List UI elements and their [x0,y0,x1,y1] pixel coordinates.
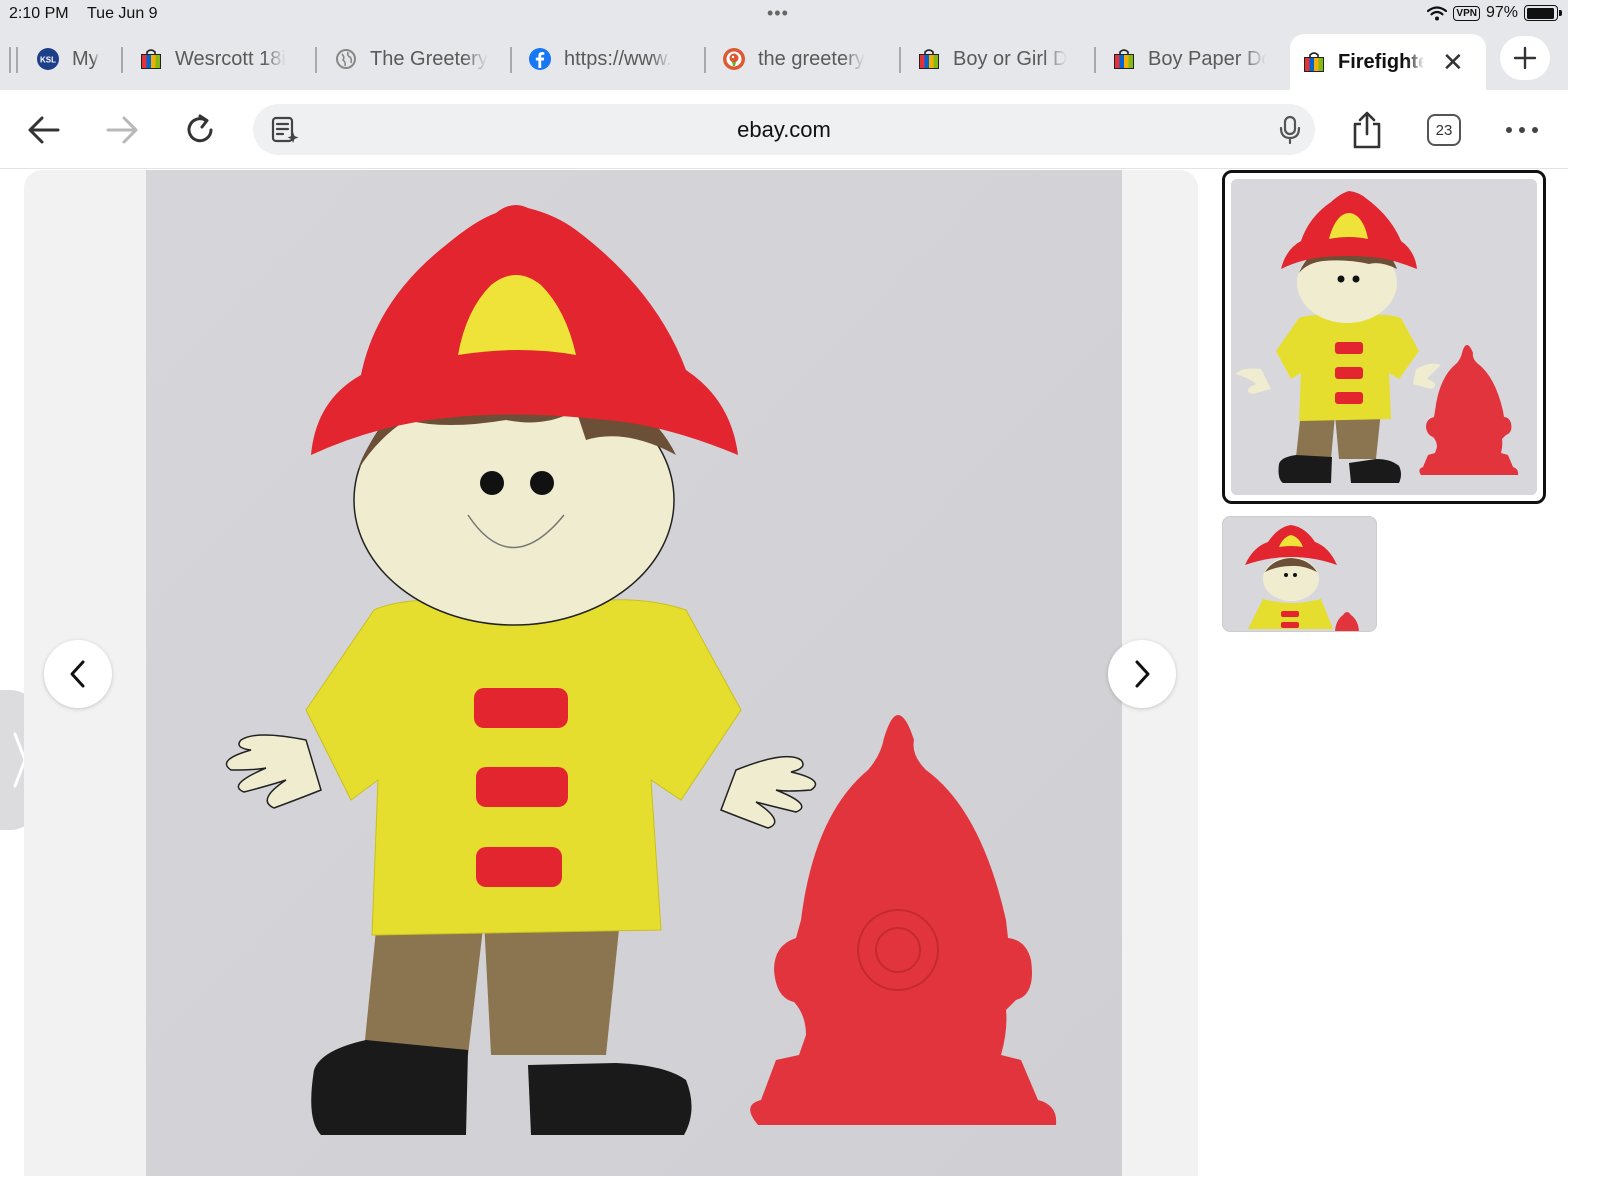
tab-label: https://www. [564,47,672,70]
status-bar: 2:10 PM Tue Jun 9 ••• VPN 97% [0,0,1568,28]
tab-firefighter-active[interactable]: Firefighte ✕ [1290,34,1486,90]
tab-separator [899,47,901,73]
firefighter-thumbnail-image [1231,179,1537,495]
facebook-icon [528,47,552,71]
battery-icon [1524,5,1562,21]
status-indicators: VPN 97% [1427,4,1562,22]
wifi-icon [1427,5,1448,20]
tab-duckduckgo[interactable]: the greetery [714,36,894,82]
tab-boy-paper[interactable]: Boy Paper Do [1104,36,1284,82]
forward-arrow-icon [106,116,138,144]
plus-icon [1513,46,1537,70]
tab-separator [1094,47,1096,73]
tab-facebook[interactable]: https://www. [520,36,700,82]
firefighter-paper-doll-image [146,170,1122,1176]
close-tab-icon[interactable]: ✕ [1442,47,1464,78]
ebay-bag-icon [1112,47,1136,71]
tab-strip: KSL My Wesrcott 18i The Greetery https:/… [0,28,1568,90]
status-date: Tue Jun 9 [87,5,158,22]
tab-separator [16,47,18,73]
microphone-icon[interactable] [1279,115,1301,145]
share-icon [1353,111,1381,149]
ksl-icon: KSL [36,47,60,71]
svg-text:KSL: KSL [40,56,56,65]
tab-label: Wesrcott 18i [175,47,286,70]
chevron-left-icon [70,660,85,688]
browser-toolbar: ebay.com 23 [0,90,1568,169]
globe-icon [334,47,358,71]
tab-separator [510,47,512,73]
ebay-bag-icon [139,47,163,71]
product-image-main[interactable] [146,170,1122,1176]
battery-percent: 97% [1485,4,1518,21]
tab-label: The Greetery [370,47,488,70]
vpn-badge: VPN [1453,5,1480,21]
next-image-button[interactable] [1108,640,1176,708]
url-text: ebay.com [737,117,831,142]
ebay-bag-icon [1302,50,1326,74]
duckduckgo-icon [722,47,746,71]
tab-overview-button[interactable]: 23 [1422,108,1466,152]
back-button[interactable] [22,108,66,152]
tab-greetery[interactable]: The Greetery [326,36,506,82]
tab-label: My [72,47,99,70]
firefighter-closeup-thumbnail-image [1223,517,1376,631]
tab-label: Boy or Girl D [953,47,1068,70]
tab-separator [121,47,123,73]
tab-separator [9,47,11,73]
reload-button[interactable] [178,108,222,152]
thumbnail-1-selected[interactable] [1222,170,1546,504]
back-arrow-icon [28,116,60,144]
tab-westcott[interactable]: Wesrcott 18i [131,36,311,82]
tab-label: Firefighte [1338,50,1424,73]
status-time: 2:10 PM [9,5,69,22]
chevron-right-icon [1135,660,1150,688]
tab-count: 23 [1427,114,1461,146]
tab-boy-or-girl[interactable]: Boy or Girl D [909,36,1089,82]
previous-image-button[interactable] [44,640,112,708]
new-tab-button[interactable] [1500,36,1550,80]
share-button[interactable] [1345,108,1389,152]
address-bar[interactable]: ebay.com [253,104,1315,155]
image-gallery [24,170,1198,1176]
more-dots-icon [1506,127,1538,133]
tab-label: Boy Paper Do [1148,47,1266,70]
tab-label: the greetery [758,47,865,70]
tab-separator [704,47,706,73]
tab-separator [315,47,317,73]
page-content [0,170,1568,1176]
multitasking-dots-icon[interactable]: ••• [767,3,789,24]
more-menu-button[interactable] [1500,108,1544,152]
thumbnail-2[interactable] [1222,516,1377,632]
tab-ksl[interactable]: KSL My [28,36,120,82]
forward-button[interactable] [100,108,144,152]
ebay-bag-icon [917,47,941,71]
reload-icon [187,114,213,143]
